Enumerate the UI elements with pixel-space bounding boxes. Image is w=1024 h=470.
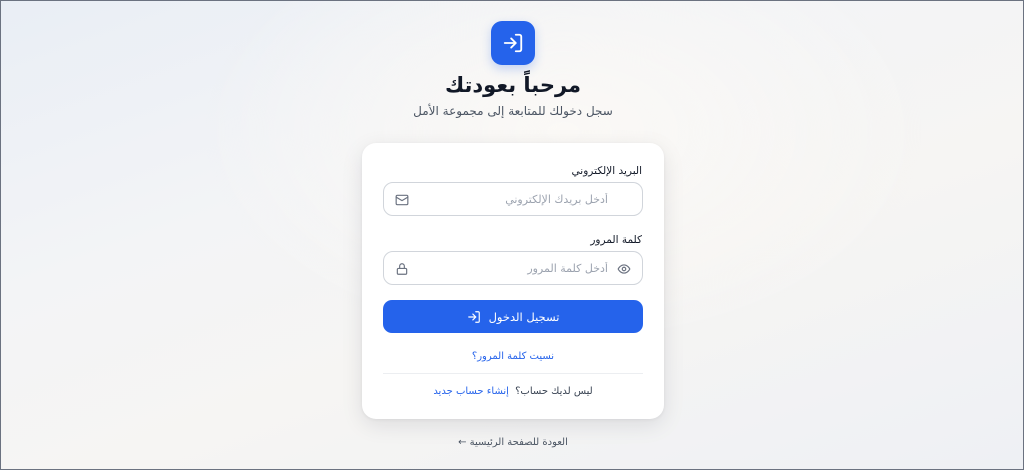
back-home-row: العودة للصفحة الرئيسية ← <box>1 437 1024 448</box>
login-card: البريد الإلكتروني كلمة المرور <box>362 143 664 419</box>
email-field-wrapper <box>383 182 643 216</box>
back-home-label: العودة للصفحة الرئيسية <box>469 437 568 448</box>
app-logo <box>491 21 535 65</box>
login-page: مرحباً بعودتك سجل دخولك للمتابعة إلى مجم… <box>1 1 1024 470</box>
mail-icon <box>394 192 410 208</box>
password-label: كلمة المرور <box>590 234 642 246</box>
email-input[interactable] <box>384 183 642 215</box>
password-field-wrapper <box>383 251 643 285</box>
forgot-password-link[interactable]: نسيت كلمة المرور؟ <box>362 351 664 362</box>
divider <box>383 373 643 374</box>
back-home-link[interactable]: العودة للصفحة الرئيسية ← <box>458 437 568 448</box>
page-subtitle: سجل دخولك للمتابعة إلى مجموعة الأمل <box>413 104 613 118</box>
signup-prompt: ليس لديك حساب؟ <box>515 386 593 397</box>
login-button-label: تسجيل الدخول <box>488 309 560 324</box>
page-title: مرحباً بعودتك <box>444 73 582 97</box>
login-button[interactable]: تسجيل الدخول <box>383 300 643 333</box>
email-label: البريد الإلكتروني <box>571 165 642 177</box>
login-icon <box>503 33 523 53</box>
lock-icon <box>394 261 410 277</box>
login-icon <box>467 310 480 323</box>
signup-row: ليس لديك حساب؟ إنشاء حساب جديد <box>362 386 664 397</box>
eye-icon[interactable] <box>616 261 632 277</box>
arrow-left-icon: ← <box>458 437 467 448</box>
signup-link[interactable]: إنشاء حساب جديد <box>433 386 509 397</box>
password-input[interactable] <box>384 252 642 284</box>
